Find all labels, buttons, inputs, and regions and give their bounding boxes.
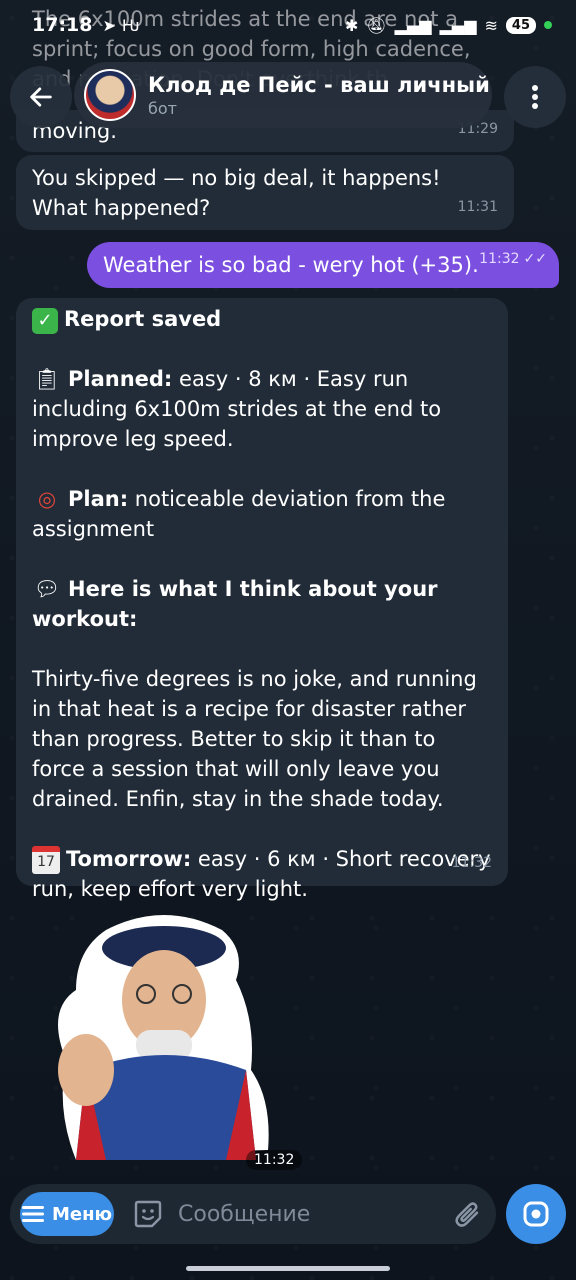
sticker-time: 11:32 (246, 1150, 303, 1170)
signal-icon: ▂▄▆ (394, 15, 432, 35)
status-right-icons: ✱ 🔕︎ ▂▄▆ ▂▄▆ ≋ 45 (345, 16, 552, 35)
attach-button[interactable] (452, 1198, 482, 1230)
calendar-icon: 17 (32, 846, 60, 874)
message-time: 11:31 (457, 199, 498, 215)
tomorrow-line: 17 Tomorrow: easy · 6 км · Short recovery… (32, 844, 492, 904)
chat-subtitle: бот (148, 98, 177, 118)
home-indicator[interactable] (186, 1266, 390, 1271)
camera-button[interactable] (506, 1184, 566, 1244)
bot-menu-button[interactable]: Меню (20, 1192, 114, 1236)
emoji-sticker-button[interactable] (132, 1197, 164, 1231)
avatar[interactable] (84, 69, 136, 121)
arrow-left-icon (30, 87, 52, 107)
plan-label: Plan: (68, 487, 129, 511)
message-bubble-report[interactable]: ✓ Report saved 📋︎ Planned: easy · 8 км · E… (16, 298, 508, 901)
double-check-icon: ✓✓ (523, 251, 547, 267)
think-label: Here is what I think about your workout: (32, 577, 438, 631)
plan-line: ◎ Plan: noticeable deviation from the ass… (32, 484, 492, 544)
message-bubble-outgoing[interactable]: Weather is so bad - wery hot (+35). 11:3… (87, 242, 559, 288)
kebab-menu-icon (532, 85, 538, 109)
sticker-image[interactable] (46, 910, 282, 1170)
speech-bubble-icon: 💬︎ (33, 577, 61, 601)
tomorrow-label: Tomorrow: (66, 847, 192, 871)
battery-indicator: 45 (505, 16, 536, 34)
clipboard-icon: 📋︎ (33, 367, 61, 391)
status-time: 17:18 (32, 14, 93, 36)
status-bar: 17:18 ➤ Ƕ ✱ 🔕︎ ▂▄▆ ▂▄▆ ≋ 45 (0, 0, 576, 50)
message-text: You skipped — no big deal, it happens! W… (32, 166, 441, 220)
message-bubble-incoming[interactable]: You skipped — no big deal, it happens! W… (16, 155, 514, 230)
message-time: 11:32 (451, 855, 492, 871)
message-text: Weather is so bad - wery hot (+35). (103, 253, 479, 277)
privacy-dot-icon (544, 21, 552, 29)
more-menu-button[interactable] (504, 66, 566, 128)
paperclip-icon (455, 1202, 479, 1227)
think-line: 💬︎ Here is what I think about your workou… (32, 574, 492, 634)
mute-icon: 🔕︎ (366, 15, 387, 35)
message-time: 11:32 (479, 251, 520, 267)
status-left-icons: ➤ Ƕ (102, 16, 139, 35)
sticker-smile-icon (134, 1200, 162, 1228)
notification-icon: Ƕ (121, 15, 140, 35)
message-input-bar: Меню (10, 1184, 496, 1244)
chat-title-block: Клод де Пейс - ваш личный бот (148, 73, 490, 118)
chat-header[interactable]: Клод де Пейс - ваш личный бот (74, 62, 492, 128)
hamburger-icon (21, 1206, 44, 1222)
message-meta: 11:32 ✓✓ (479, 236, 547, 282)
chat-title: Клод де Пейс - ваш личный (148, 72, 490, 97)
think-text: Thirty-five degrees is no joke, and runn… (32, 667, 477, 811)
signal-icon-2: ▂▄▆ (439, 15, 477, 35)
planned-line: 📋︎ Planned: easy · 8 км · Easy run includ… (32, 364, 492, 454)
bot-menu-label: Меню (51, 1203, 113, 1225)
camera-icon (523, 1201, 549, 1227)
telegram-icon: ➤ (102, 15, 116, 35)
report-saved-line: ✓ Report saved (32, 304, 492, 334)
check-mark-icon: ✓ (32, 308, 58, 334)
bluetooth-icon: ✱ (344, 15, 359, 35)
wifi-icon: ≋ (484, 15, 498, 35)
back-button[interactable] (10, 66, 72, 128)
planned-label: Planned: (68, 367, 173, 391)
report-saved-text: Report saved (64, 307, 222, 331)
target-icon: ◎ (37, 487, 57, 511)
message-input[interactable] (178, 1201, 452, 1227)
